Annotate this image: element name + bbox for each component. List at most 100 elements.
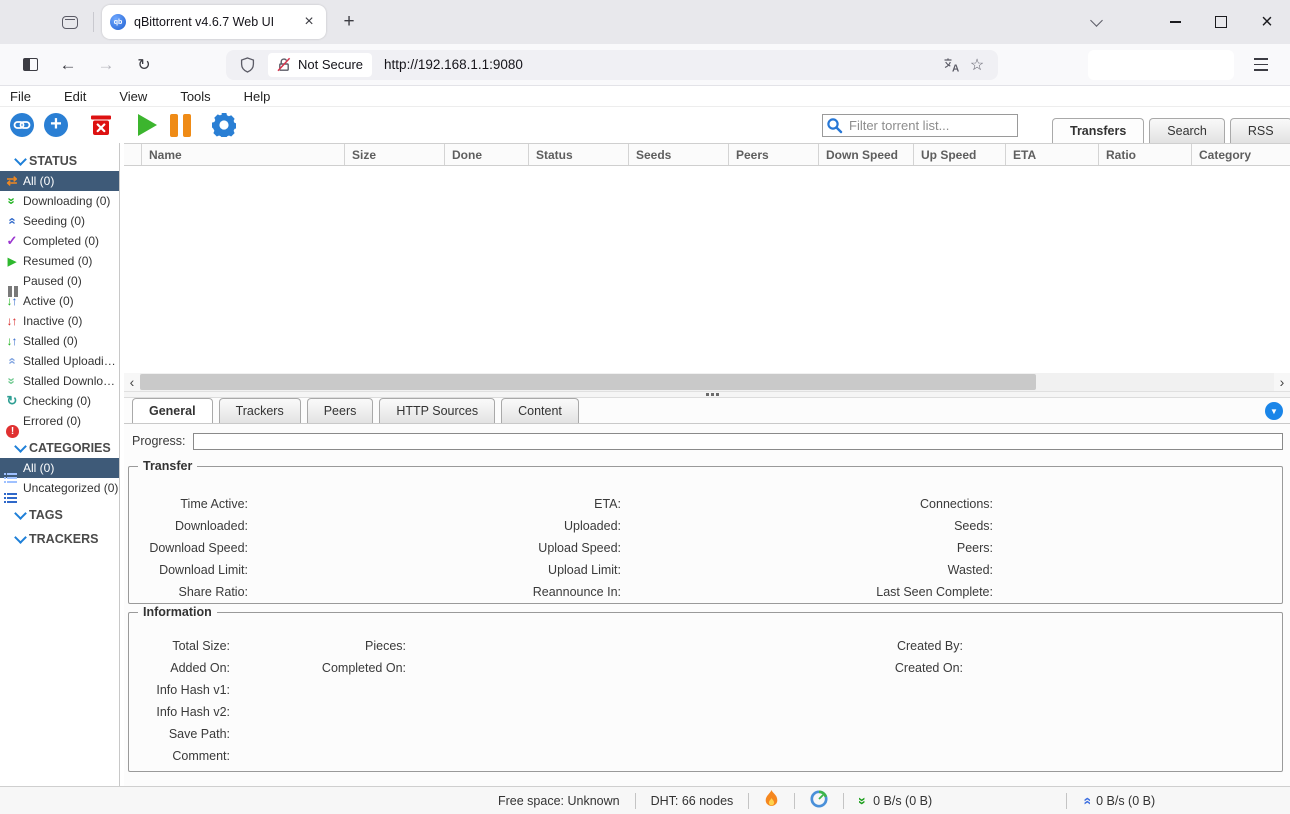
navbar-blank-field[interactable] <box>1088 50 1234 80</box>
address-bar[interactable]: Not Secure http://192.168.1.1:9080 A <box>226 50 998 80</box>
sidebar-item-seeding[interactable]: Seeding (0) <box>0 211 119 231</box>
up-down-arrows-red-icon <box>4 311 20 331</box>
column-header-seeds[interactable]: Seeds <box>629 144 729 165</box>
sidebar-category-all[interactable]: All (0) <box>0 458 119 478</box>
sidebar-item-downloading[interactable]: Downloading (0) <box>0 191 119 211</box>
checkmark-icon <box>4 231 20 251</box>
menu-edit[interactable]: Edit <box>58 89 92 104</box>
menu-file[interactable]: File <box>4 89 37 104</box>
details-tab-general[interactable]: General <box>132 398 213 423</box>
information-legend: Information <box>138 605 217 619</box>
tab-title: qBittorrent v4.6.7 Web UI <box>134 15 300 29</box>
sidebar-item-resumed[interactable]: Resumed (0) <box>0 251 119 271</box>
panel-resize-handle[interactable] <box>124 391 1290 398</box>
sidebar-section-trackers[interactable]: TRACKERS <box>0 529 119 549</box>
scroll-left-arrow-icon[interactable] <box>124 373 140 391</box>
column-header-ratio[interactable]: Ratio <box>1099 144 1192 165</box>
scrollbar-thumb[interactable] <box>140 374 1036 390</box>
up-down-arrows-icon <box>4 331 20 351</box>
column-header-status[interactable]: Status <box>529 144 629 165</box>
window-maximize-button[interactable] <box>1198 4 1244 40</box>
broken-lock-icon <box>277 57 291 72</box>
tab-rss[interactable]: RSS <box>1230 118 1290 143</box>
resume-button[interactable] <box>138 114 157 136</box>
sidebar-category-uncategorized[interactable]: Uncategorized (0) <box>0 478 119 498</box>
scrollbar-track[interactable] <box>140 373 1274 391</box>
pause-button[interactable] <box>170 114 191 137</box>
column-header-up-speed[interactable]: Up Speed <box>914 144 1006 165</box>
sidebar-section-tags[interactable]: TAGS <box>0 505 119 525</box>
window-close-button[interactable] <box>1244 4 1290 40</box>
delete-torrent-button[interactable] <box>89 113 113 137</box>
security-label: Not Secure <box>298 57 363 72</box>
details-tab-trackers[interactable]: Trackers <box>219 398 301 423</box>
browser-tab-strip: qb qBittorrent v4.6.7 Web UI <box>0 0 1290 44</box>
url-text[interactable]: http://192.168.1.1:9080 <box>384 57 938 72</box>
chevron-down-icon <box>11 537 29 542</box>
double-chevron-up-icon <box>4 211 20 231</box>
sidebar-item-stalled-uploading[interactable]: Stalled Uploading (0) <box>0 351 119 371</box>
shield-icon[interactable] <box>234 53 260 77</box>
window-minimize-button[interactable] <box>1152 4 1198 40</box>
sidebar-section-status[interactable]: STATUS <box>0 151 119 171</box>
horizontal-scrollbar[interactable] <box>124 373 1290 391</box>
download-speed-status[interactable]: » 0 B/s (0 B) <box>859 793 1051 809</box>
panel-collapse-icon[interactable] <box>1265 402 1283 420</box>
transfer-labels-col3: Connections:Seeds:Peers:Wasted:Last Seen… <box>129 493 993 603</box>
sidebar-item-checking[interactable]: Checking (0) <box>0 391 119 411</box>
column-header-eta[interactable]: ETA <box>1006 144 1099 165</box>
column-header-peers[interactable]: Peers <box>729 144 819 165</box>
filters-sidebar: STATUS All (0) Downloading (0) Seeding (… <box>0 143 120 786</box>
tab-transfers[interactable]: Transfers <box>1052 118 1144 143</box>
torrent-table-body-empty[interactable] <box>124 166 1290 373</box>
sidebar-item-active[interactable]: Active (0) <box>0 291 119 311</box>
dht-nodes-label: DHT: 66 nodes <box>651 794 734 808</box>
new-tab-button[interactable] <box>336 9 362 35</box>
sidebar-item-all[interactable]: All (0) <box>0 171 119 191</box>
column-header-name[interactable]: Name <box>142 144 345 165</box>
download-speed-label: 0 B/s (0 B) <box>873 794 932 808</box>
tab-search[interactable]: Search <box>1149 118 1225 143</box>
column-header-done[interactable]: Done <box>445 144 529 165</box>
add-torrent-file-button[interactable] <box>44 113 68 137</box>
menu-help[interactable]: Help <box>238 89 277 104</box>
menu-hamburger-icon[interactable] <box>1246 50 1276 80</box>
column-header-category[interactable]: Category <box>1192 144 1290 165</box>
svg-text:A: A <box>952 63 959 73</box>
browser-tab[interactable]: qb qBittorrent v4.6.7 Web UI <box>102 5 326 39</box>
column-header-size[interactable]: Size <box>345 144 445 165</box>
sidebar-item-completed[interactable]: Completed (0) <box>0 231 119 251</box>
back-button[interactable] <box>52 50 84 80</box>
add-torrent-link-button[interactable] <box>10 113 34 137</box>
sidebar-item-paused[interactable]: Paused (0) <box>0 271 119 291</box>
sidebar-item-stalled-downloading[interactable]: Stalled Downloading (0) <box>0 371 119 391</box>
options-gear-icon[interactable] <box>212 113 236 137</box>
list-all-tabs-chevron-icon[interactable] <box>1082 9 1110 35</box>
sidebar-item-errored[interactable]: Errored (0) <box>0 411 119 431</box>
sidebar-item-inactive[interactable]: Inactive (0) <box>0 311 119 331</box>
details-tab-content[interactable]: Content <box>501 398 579 423</box>
upload-speed-status[interactable]: » 0 B/s (0 B) <box>1082 793 1155 809</box>
bookmark-star-icon[interactable] <box>964 53 990 77</box>
details-tab-peers[interactable]: Peers <box>307 398 374 423</box>
filter-torrent-input[interactable] <box>822 114 1018 137</box>
sidebar-item-stalled[interactable]: Stalled (0) <box>0 331 119 351</box>
torrent-details-panel: General Trackers Peers HTTP Sources Cont… <box>124 398 1290 786</box>
tab-close-icon[interactable] <box>300 13 318 31</box>
connection-status-flame-icon[interactable] <box>764 790 779 811</box>
column-header-down-speed[interactable]: Down Speed <box>819 144 914 165</box>
details-tab-http-sources[interactable]: HTTP Sources <box>379 398 495 423</box>
scroll-right-arrow-icon[interactable] <box>1274 373 1290 391</box>
search-icon <box>826 117 843 139</box>
speed-limits-gauge-icon[interactable] <box>810 790 828 811</box>
translate-icon[interactable]: A <box>938 53 964 77</box>
menu-tools[interactable]: Tools <box>174 89 216 104</box>
firefox-view-icon[interactable] <box>62 16 78 29</box>
menu-view[interactable]: View <box>113 89 153 104</box>
security-chip[interactable]: Not Secure <box>268 53 372 77</box>
sidebar-toggle-icon[interactable] <box>14 50 46 80</box>
reload-button[interactable] <box>128 50 160 80</box>
column-header-icon[interactable] <box>124 144 142 165</box>
tab-strip-separator <box>93 12 94 32</box>
sidebar-section-categories[interactable]: CATEGORIES <box>0 438 119 458</box>
